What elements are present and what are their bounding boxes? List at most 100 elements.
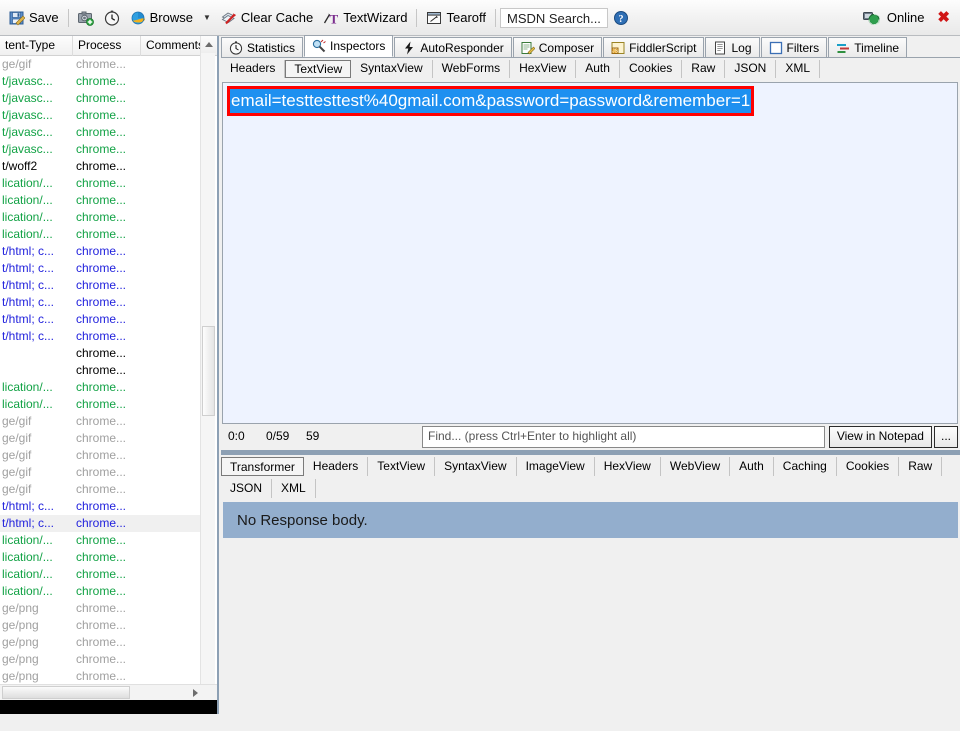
session-row[interactable]: t/javasc...chrome... bbox=[0, 124, 206, 141]
scrollbar-thumb[interactable] bbox=[202, 326, 215, 416]
session-row[interactable]: lication/...chrome... bbox=[0, 175, 206, 192]
session-row[interactable]: lication/...chrome... bbox=[0, 192, 206, 209]
main-tab-composer[interactable]: Composer bbox=[513, 37, 602, 57]
session-row[interactable]: t/javasc...chrome... bbox=[0, 90, 206, 107]
session-row[interactable]: ge/gifchrome... bbox=[0, 413, 206, 430]
request-textview[interactable]: email=testtesttest%40gmail.com&password=… bbox=[222, 82, 958, 424]
clear-cache-button[interactable]: Clear Cache bbox=[216, 6, 318, 30]
tearoff-button[interactable]: Tearoff bbox=[421, 6, 491, 30]
find-input[interactable]: Find... (press Ctrl+Enter to highlight a… bbox=[422, 426, 825, 448]
main-tab-statistics[interactable]: Statistics bbox=[221, 37, 303, 57]
browse-dropdown-button[interactable]: ▼ bbox=[198, 14, 216, 22]
session-row[interactable]: ge/gifchrome... bbox=[0, 56, 206, 73]
quickexec-command-box[interactable] bbox=[0, 700, 217, 714]
response-tab-syntaxview[interactable]: SyntaxView bbox=[435, 457, 516, 476]
response-tab-xml[interactable]: XML bbox=[272, 479, 316, 498]
session-row[interactable]: ge/pngchrome... bbox=[0, 617, 206, 634]
response-inspector-tab-bar[interactable]: TransformerHeadersTextViewSyntaxViewImag… bbox=[221, 456, 960, 499]
request-tab-raw[interactable]: Raw bbox=[682, 60, 725, 78]
main-tab-filters[interactable]: Filters bbox=[761, 37, 828, 57]
help-button[interactable]: ? bbox=[608, 6, 634, 30]
request-response-splitter[interactable] bbox=[221, 450, 960, 455]
main-tab-log[interactable]: Log bbox=[705, 37, 759, 57]
sessions-horizontal-scrollbar[interactable] bbox=[0, 684, 217, 700]
session-row[interactable]: lication/...chrome... bbox=[0, 566, 206, 583]
response-tab-json[interactable]: JSON bbox=[221, 479, 272, 498]
response-tab-hexview[interactable]: HexView bbox=[595, 457, 661, 476]
msdn-search-input[interactable]: MSDN Search... bbox=[500, 8, 608, 28]
session-row[interactable]: lication/...chrome... bbox=[0, 532, 206, 549]
scroll-up-button[interactable] bbox=[201, 36, 216, 53]
session-row[interactable]: lication/...chrome... bbox=[0, 209, 206, 226]
main-tab-autoresponder[interactable]: AutoResponder bbox=[394, 37, 511, 57]
view-in-notepad-button[interactable]: View in Notepad bbox=[829, 426, 932, 448]
session-row[interactable]: ge/gifchrome... bbox=[0, 447, 206, 464]
session-row[interactable]: t/html; c...chrome... bbox=[0, 277, 206, 294]
session-row[interactable]: t/html; c...chrome... bbox=[0, 498, 206, 515]
session-row[interactable]: ge/pngchrome... bbox=[0, 600, 206, 617]
main-tab-bar[interactable]: StatisticsInspectorsAutoResponderCompose… bbox=[221, 36, 960, 58]
request-tab-headers[interactable]: Headers bbox=[221, 60, 285, 78]
request-tab-syntaxview[interactable]: SyntaxView bbox=[351, 60, 432, 78]
new-capture-button[interactable] bbox=[73, 6, 99, 30]
response-tab-raw[interactable]: Raw bbox=[899, 457, 942, 476]
response-tab-imageview[interactable]: ImageView bbox=[517, 457, 595, 476]
request-body-text[interactable]: email=testtesttest%40gmail.com&password=… bbox=[230, 90, 751, 112]
request-tab-json[interactable]: JSON bbox=[725, 60, 776, 78]
response-tab-textview[interactable]: TextView bbox=[368, 457, 435, 476]
session-row[interactable]: t/html; c...chrome... bbox=[0, 260, 206, 277]
session-row[interactable]: chrome... bbox=[0, 362, 206, 379]
session-row[interactable]: lication/...chrome... bbox=[0, 396, 206, 413]
session-row[interactable]: ge/gifchrome... bbox=[0, 464, 206, 481]
session-row[interactable]: t/html; c...chrome... bbox=[0, 243, 206, 260]
response-tab-webview[interactable]: WebView bbox=[661, 457, 730, 476]
session-row[interactable]: lication/...chrome... bbox=[0, 583, 206, 600]
session-row[interactable]: t/html; c...chrome... bbox=[0, 311, 206, 328]
main-tab-timeline[interactable]: Timeline bbox=[828, 37, 907, 57]
session-row[interactable]: t/javasc...chrome... bbox=[0, 107, 206, 124]
response-tab-auth[interactable]: Auth bbox=[730, 457, 774, 476]
response-tab-cookies[interactable]: Cookies bbox=[837, 457, 899, 476]
session-row[interactable]: t/woff2chrome... bbox=[0, 158, 206, 175]
online-status-button[interactable]: Online bbox=[858, 6, 930, 30]
request-tab-xml[interactable]: XML bbox=[776, 60, 820, 78]
session-row[interactable]: t/javasc...chrome... bbox=[0, 141, 206, 158]
session-row[interactable]: lication/...chrome... bbox=[0, 226, 206, 243]
session-row[interactable]: ge/pngchrome... bbox=[0, 668, 206, 685]
session-row[interactable]: t/html; c...chrome... bbox=[0, 328, 206, 345]
session-row[interactable]: ge/pngchrome... bbox=[0, 651, 206, 668]
request-tab-auth[interactable]: Auth bbox=[576, 60, 620, 78]
request-tab-hexview[interactable]: HexView bbox=[510, 60, 576, 78]
textwizard-button[interactable]: T TextWizard bbox=[318, 6, 412, 30]
sessions-rows[interactable]: ge/gifchrome...t/javasc...chrome...t/jav… bbox=[0, 56, 206, 714]
close-icon[interactable]: ✖ bbox=[929, 10, 956, 25]
sessions-panel[interactable]: tent-Type Process Comments ge/gifchrome.… bbox=[0, 36, 219, 714]
response-tab-transformer[interactable]: Transformer bbox=[221, 457, 304, 476]
request-tab-webforms[interactable]: WebForms bbox=[433, 60, 510, 78]
main-tab-inspectors[interactable]: Inspectors bbox=[304, 35, 393, 57]
session-row[interactable]: t/html; c...chrome... bbox=[0, 515, 206, 532]
session-row[interactable]: lication/...chrome... bbox=[0, 549, 206, 566]
session-row[interactable]: chrome... bbox=[0, 345, 206, 362]
request-tab-cookies[interactable]: Cookies bbox=[620, 60, 682, 78]
session-row[interactable]: lication/...chrome... bbox=[0, 379, 206, 396]
timeline-replay-button[interactable] bbox=[99, 6, 125, 30]
response-tab-caching[interactable]: Caching bbox=[774, 457, 837, 476]
session-row[interactable]: t/html; c...chrome... bbox=[0, 294, 206, 311]
request-inspector-tab-bar[interactable]: HeadersTextViewSyntaxViewWebFormsHexView… bbox=[221, 59, 960, 79]
session-row[interactable]: ge/gifchrome... bbox=[0, 481, 206, 498]
session-row[interactable]: t/javasc...chrome... bbox=[0, 73, 206, 90]
browse-button[interactable]: Browse bbox=[125, 6, 198, 30]
hscrollbar-thumb[interactable] bbox=[2, 686, 130, 699]
column-header-process[interactable]: Process bbox=[73, 36, 141, 56]
response-tab-headers[interactable]: Headers bbox=[304, 457, 368, 476]
scroll-right-button[interactable] bbox=[187, 685, 203, 700]
sessions-vertical-scrollbar[interactable] bbox=[200, 36, 215, 709]
session-row[interactable]: ge/gifchrome... bbox=[0, 430, 206, 447]
column-header-content-type[interactable]: tent-Type bbox=[0, 36, 73, 56]
save-button[interactable]: Save bbox=[4, 6, 64, 30]
request-tab-textview[interactable]: TextView bbox=[285, 60, 351, 78]
main-tab-fiddlerscript[interactable]: JSFiddlerScript bbox=[603, 37, 704, 57]
more-options-button[interactable]: ... bbox=[934, 426, 958, 448]
session-row[interactable]: ge/pngchrome... bbox=[0, 634, 206, 651]
